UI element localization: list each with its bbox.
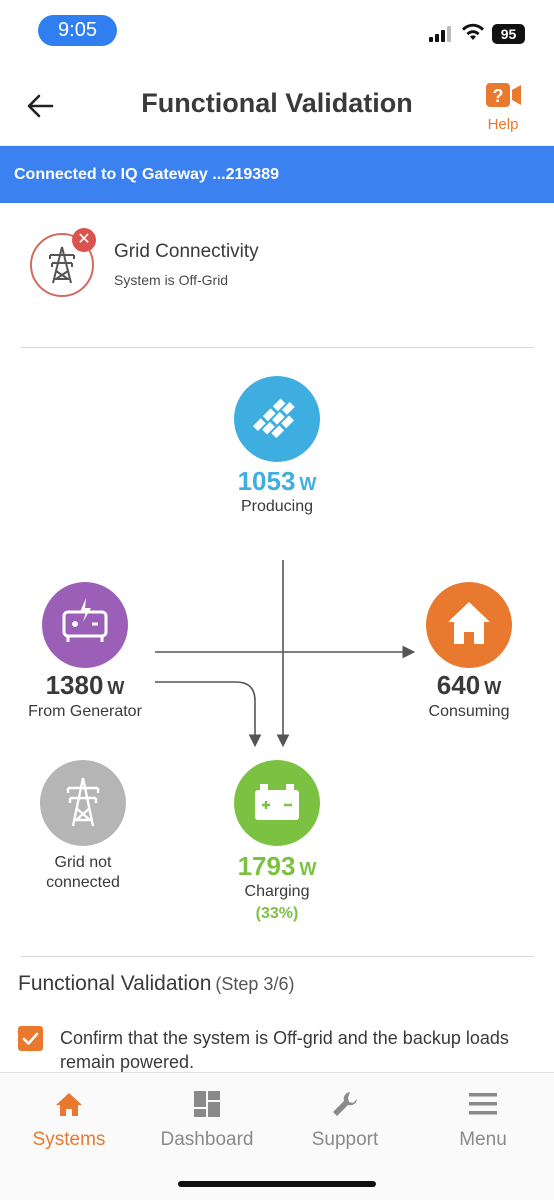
generator-icon[interactable]: [42, 582, 128, 668]
tab-label: Support: [311, 1129, 379, 1150]
solar-panel-icon[interactable]: [234, 376, 320, 462]
home-icon: [56, 1093, 82, 1116]
confirm-checkbox-label[interactable]: Confirm that the system is Off-grid and …: [60, 1026, 540, 1074]
battery-icon[interactable]: [234, 760, 320, 846]
wifi-icon: [462, 23, 484, 40]
step-indicator: (Step 3/6): [215, 974, 295, 994]
confirm-checkbox[interactable]: [18, 1026, 43, 1051]
connection-banner: Connected to IQ Gateway ...219389: [0, 146, 554, 203]
charging-label: Charging: [244, 883, 310, 900]
home-indicator: [178, 1181, 376, 1187]
tab-support[interactable]: Support: [276, 1073, 414, 1163]
tab-systems[interactable]: Systems: [0, 1073, 138, 1163]
tab-menu[interactable]: Menu: [414, 1073, 552, 1163]
producing-value: 1053 W: [237, 466, 317, 496]
grid-status-label: Grid not connected: [46, 854, 120, 891]
video-help-icon: ?: [486, 83, 521, 107]
divider: [20, 347, 534, 348]
divider: [20, 956, 534, 957]
menu-icon: [469, 1093, 497, 1115]
status-time: 9:05: [38, 15, 117, 46]
charging-value: 1793 W: [237, 851, 317, 881]
functional-validation-heading: Functional Validation (Step 3/6): [18, 972, 295, 995]
help-button[interactable]: ? Help: [482, 80, 524, 134]
charging-percent: (33%): [255, 905, 299, 922]
energy-flow-diagram: 1053 W Producing 1380 W From Generator 640…: [0, 360, 554, 940]
home-consumption-icon[interactable]: [426, 582, 512, 668]
wrench-icon: [333, 1092, 357, 1116]
page-title: Functional Validation: [141, 88, 413, 118]
consuming-value: 640 W: [436, 670, 502, 700]
generator-label: From Generator: [28, 703, 142, 720]
grid-connectivity-row[interactable]: ✕ Grid Connectivity System is Off-Grid: [30, 228, 510, 298]
tab-label: Systems: [32, 1129, 106, 1150]
producing-label: Producing: [240, 498, 314, 515]
error-x-icon: ✕: [72, 228, 96, 252]
status-bar: 9:05 95: [0, 0, 554, 62]
consuming-label: Consuming: [428, 703, 510, 720]
grid-disconnected-icon[interactable]: [40, 760, 126, 846]
svg-text:?: ?: [493, 86, 504, 106]
cellular-signal-icon: [429, 26, 455, 42]
tab-label: Menu: [459, 1129, 507, 1150]
grid-connectivity-title: Grid Connectivity: [114, 241, 259, 262]
tab-label: Dashboard: [160, 1129, 254, 1150]
battery-indicator: 95: [492, 24, 525, 44]
dashboard-icon: [194, 1091, 220, 1117]
grid-connectivity-status: System is Off-Grid: [114, 272, 229, 288]
help-label: Help: [487, 116, 519, 133]
checkmark-icon: [22, 1032, 39, 1045]
nav-bar: Functional Validation ? Help: [0, 62, 554, 146]
tab-dashboard[interactable]: Dashboard: [138, 1073, 276, 1163]
generator-value: 1380 W: [45, 670, 125, 700]
